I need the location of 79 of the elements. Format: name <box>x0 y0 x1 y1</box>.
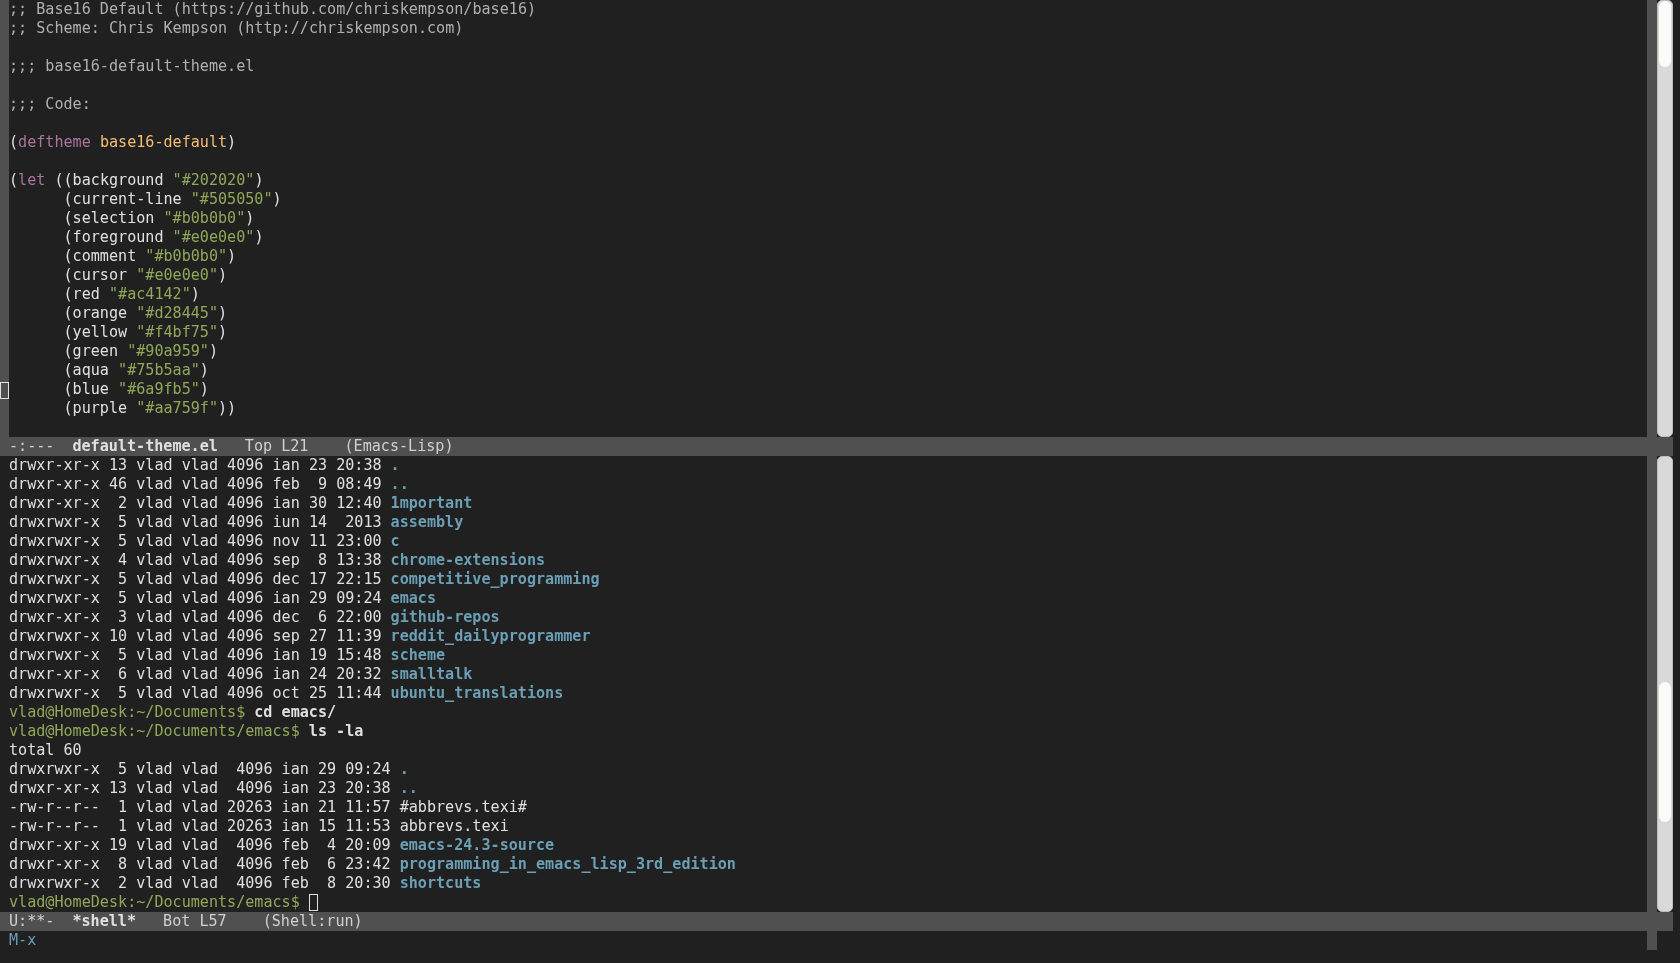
buffer-name: default-theme.el <box>72 437 218 456</box>
code-line: (foreground "#e0e0e0") <box>62 228 264 246</box>
buffer-status: U:**- <box>9 912 55 931</box>
buffer-position: Top L21 <box>244 437 309 456</box>
code-line: (current-line "#505050") <box>62 190 282 208</box>
code-line: (red "#ac4142") <box>62 285 200 303</box>
listing-info: drwxrwxr-x 5 vlad vlad 4096 dec 17 22:15 <box>9 570 382 589</box>
directory-name: chrome-extensions <box>390 551 546 570</box>
code-line: (blue "#6a9fb5") <box>62 380 209 398</box>
directory-name: .. <box>390 475 409 494</box>
buffer-status: -:--- <box>9 437 55 456</box>
major-mode: (Emacs-Lisp) <box>344 437 454 456</box>
scrollbar-thumb[interactable] <box>1659 682 1671 822</box>
code-line: ;;; base16-default-theme.el <box>9 57 255 75</box>
directory-name: smalltalk <box>390 665 473 684</box>
directory-name: github-repos <box>390 608 500 627</box>
listing-info: drwxr-xr-x 3 vlad vlad 4096 dec 6 22:00 <box>9 608 382 627</box>
listing-info: drwxrwxr-x 5 vlad vlad 4096 iun 14 2013 <box>9 513 382 532</box>
code-line: ;; Scheme: Chris Kempson (http://chriskempson.com) <box>9 19 464 37</box>
listing-info: drwxrwxr-x 5 vlad vlad 4096 nov 11 23:00 <box>9 532 382 551</box>
code-line: (green "#90a959") <box>62 342 219 360</box>
listing-info: drwxr-xr-x 6 vlad vlad 4096 ian 24 20:32 <box>9 665 382 684</box>
listing-info: drwxr-xr-x 13 vlad vlad 4096 ian 23 20:38 <box>9 456 382 475</box>
shell-command: ls -la <box>308 722 364 741</box>
listing-info: drwxrwxr-x 2 vlad vlad 4096 feb 8 20:30 <box>9 874 391 893</box>
buffer-position: Bot L57 <box>163 912 227 931</box>
scrollbar-track[interactable] <box>1657 0 1673 437</box>
listing-info: drwxrwxr-x 5 vlad vlad 4096 ian 29 09:24 <box>9 589 382 608</box>
code-line: (purple "#aa759f")) <box>62 399 237 417</box>
directory-name: 1mportant <box>390 494 473 513</box>
file-name: #abbrevs.texi# <box>399 798 527 817</box>
directory-name: . <box>399 760 409 779</box>
code-line: (yellow "#f4bf75") <box>62 323 228 341</box>
listing-info: drwxr-xr-x 19 vlad vlad 4096 feb 4 20:09 <box>9 836 391 855</box>
shell-prompt: vlad@HomeDesk:~/Documents/emacs$ <box>9 893 300 912</box>
shell-output: total 60 <box>9 741 82 759</box>
listing-info: -rw-r--r-- 1 vlad vlad 20263 ian 15 11:53 <box>9 817 391 836</box>
listing-info: drwxr-xr-x 46 vlad vlad 4096 feb 9 08:49 <box>9 475 382 494</box>
cursor <box>0 382 9 399</box>
directory-name: shortcuts <box>399 874 482 893</box>
cursor <box>308 894 318 911</box>
code-line: (aqua "#75b5aa") <box>62 361 209 379</box>
scrollbar-track[interactable] <box>1657 456 1673 912</box>
directory-name: reddit_dailyprogrammer <box>390 627 591 646</box>
code-line: (selection "#b0b0b0") <box>62 209 255 227</box>
minibuffer-prompt: M-x <box>9 931 37 949</box>
directory-name: assembly <box>390 513 464 532</box>
directory-name: .. <box>399 779 418 798</box>
buffer-name: *shell* <box>72 912 137 931</box>
code-line: (orange "#d28445") <box>62 304 228 322</box>
code-line: (comment "#b0b0b0") <box>62 247 237 265</box>
code-line: ;; Base16 Default (https://github.com/chriskempson/base16) <box>9 0 537 18</box>
shell-command: cd emacs/ <box>254 703 337 722</box>
shell-prompt: vlad@HomeDesk:~/Documents$ <box>9 703 246 722</box>
major-mode: (Shell:run) <box>262 912 363 931</box>
scrollbar-thumb[interactable] <box>1659 1 1671 67</box>
directory-name: emacs <box>390 589 436 608</box>
directory-name: competitive_programming <box>390 570 600 589</box>
directory-name: scheme <box>390 646 446 665</box>
code-line: (deftheme base16-default) <box>9 133 237 151</box>
directory-name: . <box>390 456 400 475</box>
directory-name: ubuntu_translations <box>390 684 564 703</box>
listing-info: drwxrwxr-x 5 vlad vlad 4096 ian 29 09:24 <box>9 760 391 779</box>
directory-name: emacs-24.3-source <box>399 836 555 855</box>
shell-prompt: vlad@HomeDesk:~/Documents/emacs$ <box>9 722 300 741</box>
listing-info: -rw-r--r-- 1 vlad vlad 20263 ian 21 11:57 <box>9 798 391 817</box>
listing-info: drwxr-xr-x 8 vlad vlad 4096 feb 6 23:42 <box>9 855 391 874</box>
listing-info: drwxrwxr-x 4 vlad vlad 4096 sep 8 13:38 <box>9 551 382 570</box>
directory-name: programming_in_emacs_lisp_3rd_edition <box>399 855 736 874</box>
file-name: abbrevs.texi <box>399 817 509 836</box>
listing-info: drwxrwxr-x 10 vlad vlad 4096 sep 27 11:39 <box>9 627 382 646</box>
code-line: (cursor "#e0e0e0") <box>62 266 228 284</box>
directory-name: c <box>390 532 400 551</box>
code-line: (let ((background "#202020") <box>9 171 264 189</box>
listing-info: drwxrwxr-x 5 vlad vlad 4096 ian 19 15:48 <box>9 646 382 665</box>
listing-info: drwxrwxr-x 5 vlad vlad 4096 oct 25 11:44 <box>9 684 382 703</box>
code-line: ;;; Code: <box>9 95 91 113</box>
listing-info: drwxr-xr-x 13 vlad vlad 4096 ian 23 20:38 <box>9 779 391 798</box>
listing-info: drwxr-xr-x 2 vlad vlad 4096 ian 30 12:40 <box>9 494 382 513</box>
